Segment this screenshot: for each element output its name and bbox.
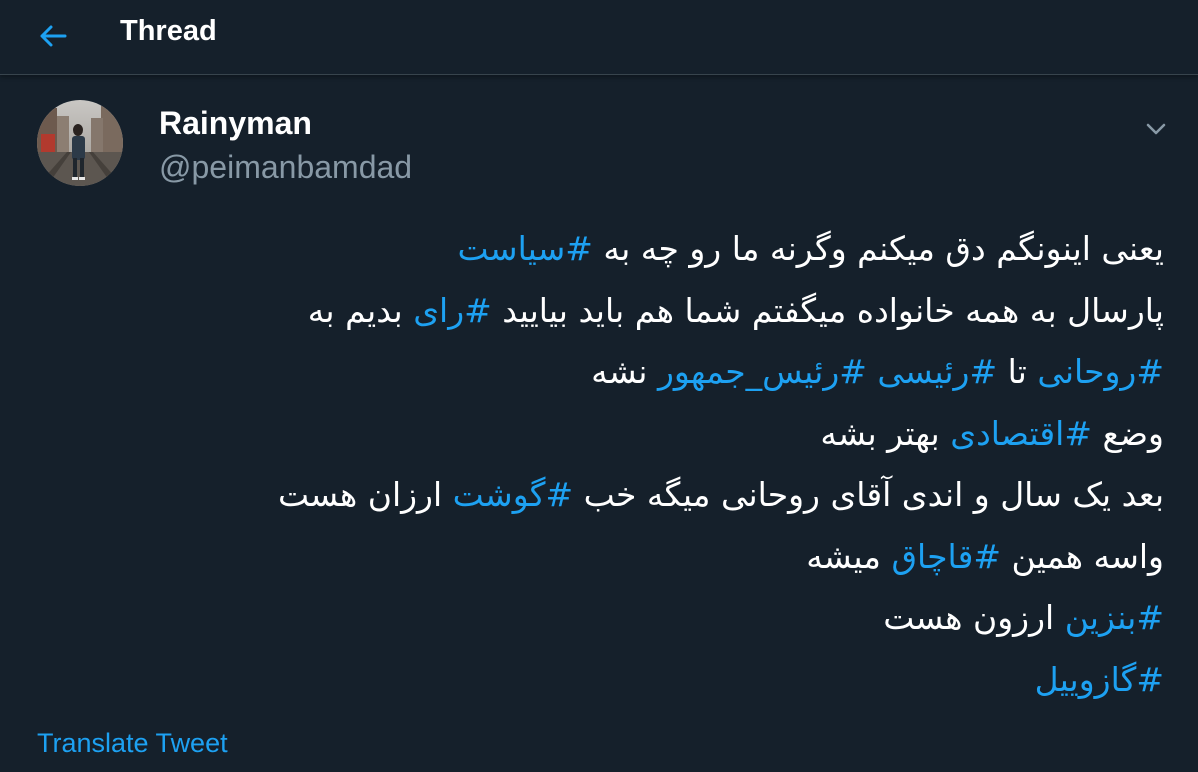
hashtag-link[interactable]: #قاچاق [891,537,1001,576]
translate-tweet-link[interactable]: Translate Tweet [37,728,228,759]
hashtag-link[interactable]: #رئیسی [877,352,997,391]
tweet-text-segment: بدیم به [307,290,414,330]
hashtag-link[interactable]: #سیاست [458,229,593,268]
tweet-line: #گازوییل [30,649,1164,711]
hashtag-link[interactable]: #رئیس_جمهور [658,352,867,391]
tweet-text-segment: نشه [591,352,658,391]
hashtag-link[interactable]: #گوشت [453,475,573,514]
hashtag-link[interactable]: #رای [413,291,492,330]
tweet-text-segment: ارزان هست [277,475,453,514]
hashtag-link[interactable]: #روحانی [1037,352,1164,391]
tweet-text-segment: میشه [806,536,892,576]
arrow-left-icon [40,25,67,47]
avatar-photo [37,100,123,186]
tweet-text-segment: تا [997,352,1038,391]
chevron-down-icon [1146,123,1166,135]
tweet-line: یعنی اینونگم دق میکنم وگرنه ما رو چه به … [30,218,1164,280]
tweet-text-segment [867,352,878,391]
author-name[interactable]: Rainyman [159,105,312,142]
tweet-line: #بنزین ارزون هست [30,587,1164,649]
tweet-text-segment: پارسال به همه خانواده میگفتم شما هم باید… [491,290,1164,330]
tweet-text-segment: بهتر بشه [820,413,951,453]
hashtag-link[interactable]: #اقتصادی [950,414,1092,453]
tweet-line: وضع #اقتصادی بهتر بشه [30,403,1164,465]
avatar[interactable] [37,100,123,186]
tweet-text-segment: یعنی اینونگم دق میکنم وگرنه ما رو چه به [592,229,1164,268]
tweet-text-segment: واسه همین [1001,536,1164,576]
top-bar: Thread [0,0,1198,75]
tweet-line: #روحانی تا #رئیسی #رئیس_جمهور نشه [30,341,1164,403]
tweet-text-segment: ارزون هست [883,598,1065,637]
tweet-text-segment: وضع [1091,413,1164,453]
tweet-line: پارسال به همه خانواده میگفتم شما هم باید… [30,280,1164,342]
tweet-line: واسه همین #قاچاق میشه [30,526,1164,588]
author-handle: @peimanbamdad [159,149,413,185]
hashtag-link[interactable]: #بنزین [1065,598,1164,637]
tweet-text: یعنی اینونگم دق میکنم وگرنه ما رو چه به … [30,218,1164,710]
tweet-text-segment: بعد یک سال و اندی آقای روحانی میگه خب [573,475,1164,514]
hashtag-link[interactable]: #گازوییل [1035,660,1164,699]
page-title: Thread [120,15,217,47]
tweet-line: بعد یک سال و اندی آقای روحانی میگه خب #گ… [30,464,1164,526]
tweet-menu-button[interactable] [1138,114,1174,144]
back-button[interactable] [30,17,76,55]
